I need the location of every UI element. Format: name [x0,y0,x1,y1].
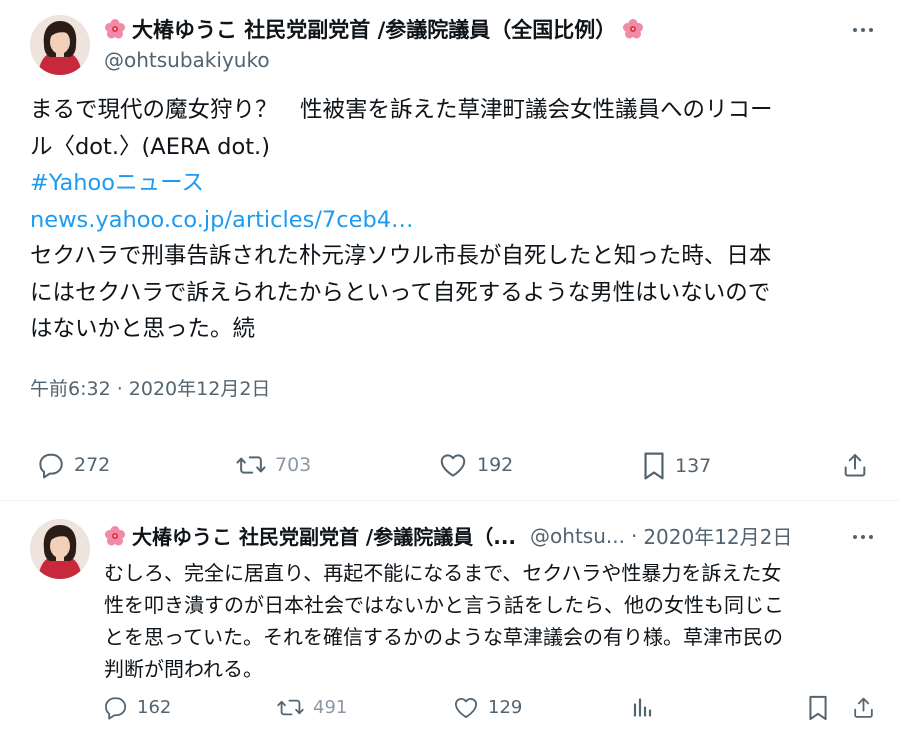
reply-count: 162 [137,697,172,718]
hibiscus-icon [104,525,126,547]
author-name-row[interactable]: 大椿ゆうこ 社民党副党首 /参議院議員（... @ohtsu... · 2020… [104,521,792,550]
heart-icon [454,697,478,718]
reply-button[interactable]: 162 [102,694,171,721]
post-text-line: ル〈dot.〉(AERA dot.) [30,133,270,160]
display-name[interactable]: 大椿ゆうこ 社民党副党首 /参議院議員（全国比例） [132,14,616,44]
display-name[interactable]: 大椿ゆうこ 社民党副党首 /参議院議員（... [132,521,516,550]
reply-text: むしろ、完全に居直り、再起不能になるまで、セクハラや性暴力を訴えた女 性を叩き潰… [104,557,874,685]
like-button[interactable]: 129 [452,694,522,721]
like-count: 129 [488,697,523,718]
speech-bubble-icon [105,697,127,720]
reply-text-line: とを思っていた。それを確信するかのような草津議会の有り様。草津市民の [104,625,783,649]
post-date[interactable]: 2020年12月2日 [643,521,792,550]
reply-post[interactable]: 大椿ゆうこ 社民党副党首 /参議院議員（... @ohtsu... · 2020… [0,501,900,739]
user-handle[interactable]: @ohtsubakiyuko [104,48,270,72]
hashtag-link[interactable]: #Yahooニュース [30,165,875,202]
bookmark-icon [644,452,664,480]
ellipsis-icon [853,28,857,32]
reply-text-line: むしろ、完全に居直り、再起不能になるまで、セクハラや性暴力を訴えた女 [104,561,782,585]
separator: · [630,523,638,548]
more-options-button[interactable] [848,18,878,42]
more-options-button[interactable] [848,525,878,549]
bookmark-button[interactable]: 137 [641,450,711,482]
post-text-line: はないかと思った。続 [30,316,256,342]
views-button[interactable] [630,694,654,721]
bookmark-icon [809,695,827,721]
article-link[interactable]: news.yahoo.co.jp/articles/7ceb4… [30,202,875,239]
post-text-line: セクハラで刑事告訴された朴元淳ソウル市長が自死したと知った時、日本 [30,243,772,269]
share-upload-icon [854,697,873,718]
repost-button[interactable]: 491 [276,694,347,721]
retweet-icon [277,699,304,716]
avatar[interactable] [30,15,90,75]
reply-button[interactable]: 272 [36,450,110,480]
bookmark-button[interactable] [806,694,830,722]
reply-text-line: 性を叩き潰すのが日本社会ではないかと言う話をしたら、他の女性も同じこ [104,593,784,617]
reply-count: 272 [74,454,111,476]
hibiscus-icon [104,18,126,40]
author-name-row[interactable]: 大椿ゆうこ 社民党副党首 /参議院議員（全国比例） [104,14,644,44]
retweet-icon [236,456,266,474]
share-upload-icon [844,454,866,477]
heart-icon [440,454,466,477]
avatar[interactable] [30,519,90,579]
bookmark-count: 137 [675,455,712,477]
bar-chart-icon [633,698,652,717]
hibiscus-icon [622,18,644,40]
reply-text-line: 判断が問われる。 [104,657,263,681]
repost-button[interactable]: 703 [235,450,311,480]
like-count: 192 [477,454,514,476]
repost-count: 491 [313,697,348,718]
speech-bubble-icon [39,453,63,479]
post-text-line: にはセクハラで訴えられたからといって自死するような男性はいないので [30,279,771,306]
share-button[interactable] [841,450,869,480]
ellipsis-icon [853,535,857,539]
post-text-line: まるで現代の魔女狩り？ 性被害を訴えた草津町議会女性議員へのリコー [30,97,773,123]
like-button[interactable]: 192 [437,450,513,480]
main-post: 大椿ゆうこ 社民党副党首 /参議院議員（全国比例） @ohtsubakiyuko… [0,0,900,500]
repost-count: 703 [275,454,312,476]
post-timestamp[interactable]: 午前6:32 · 2020年12月2日 [30,374,270,401]
user-handle[interactable]: @ohtsu... [530,524,625,548]
post-text: まるで現代の魔女狩り？ 性被害を訴えた草津町議会女性議員へのリコー ル〈dot.… [30,92,875,348]
share-button[interactable] [851,694,876,721]
